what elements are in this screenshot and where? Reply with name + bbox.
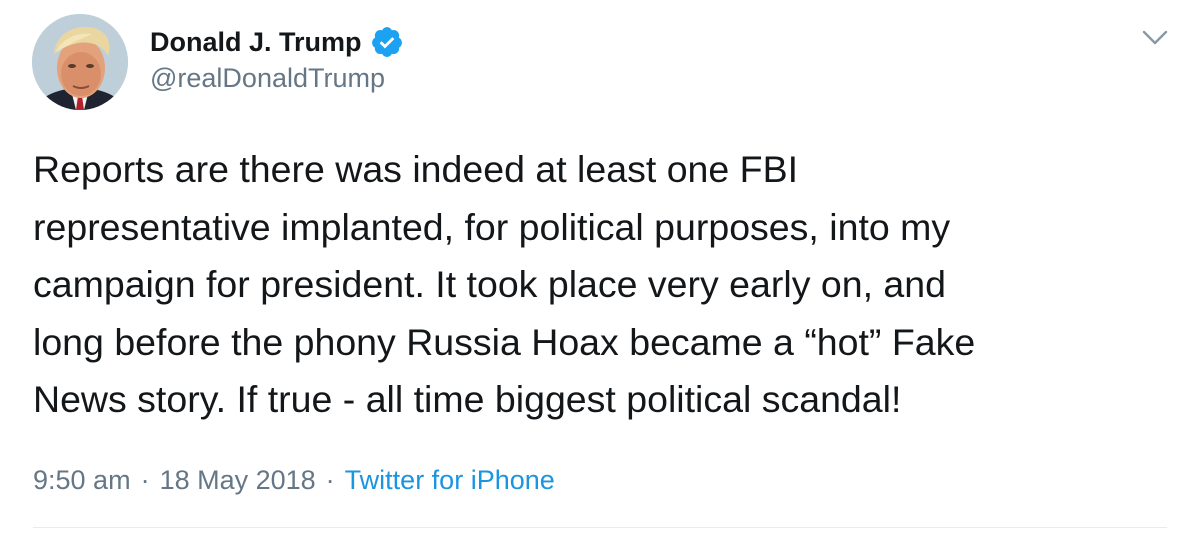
verified-badge-icon (370, 25, 404, 59)
avatar-image (32, 14, 128, 110)
divider (33, 527, 1167, 528)
meta-separator: · (325, 464, 335, 495)
tweet-card: Donald J. Trump @realDonaldTrump Reports… (0, 0, 1194, 548)
avatar[interactable] (32, 14, 128, 110)
author-display-name[interactable]: Donald J. Trump (150, 27, 362, 58)
tweet-text: Reports are there was indeed at least on… (33, 141, 1173, 429)
meta-separator: · (140, 464, 150, 495)
tweet-meta: 9:50 am · 18 May 2018 · Twitter for iPho… (33, 460, 555, 500)
tweet-date[interactable]: 18 May 2018 (160, 465, 316, 496)
tweet-text-line: long before the phony Russia Hoax became… (33, 320, 976, 363)
tweet-time[interactable]: 9:50 am (33, 465, 131, 496)
tweet-text-line: campaign for president. It took place ve… (33, 263, 947, 305)
author-handle[interactable]: @realDonaldTrump (150, 63, 385, 94)
author-name-row: Donald J. Trump (150, 22, 404, 62)
chevron-down-icon[interactable] (1140, 26, 1170, 48)
tweet-text-line: News story. If true - all time biggest p… (33, 378, 902, 420)
tweet-source-link[interactable]: Twitter for iPhone (345, 465, 555, 496)
tweet-text-line: representative implanted, for political … (33, 205, 951, 248)
tweet-text-line: Reports are there was indeed at least on… (33, 148, 799, 190)
